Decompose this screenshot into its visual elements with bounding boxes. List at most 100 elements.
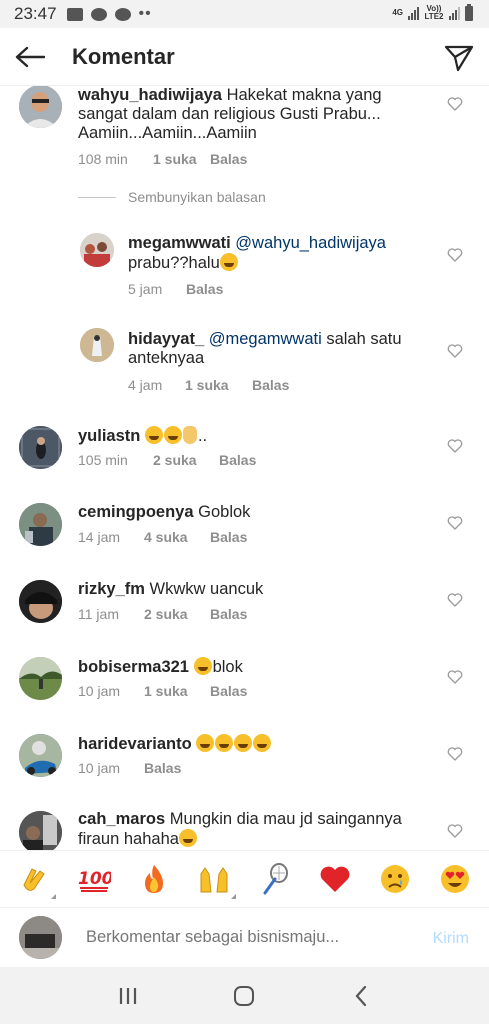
reply-body: prabu??halu xyxy=(128,254,220,272)
signal-icon xyxy=(408,6,419,20)
heart-icon[interactable] xyxy=(447,516,463,530)
home-button[interactable] xyxy=(224,976,264,1016)
crying-face-icon xyxy=(380,865,409,893)
system-nav-bar xyxy=(0,967,489,1024)
comment-meta: 108 min 1 suka Balas xyxy=(78,151,247,167)
hide-replies-button[interactable]: Sembunyikan balasan xyxy=(78,189,266,205)
avatar[interactable] xyxy=(19,580,62,623)
heart-icon[interactable] xyxy=(447,248,463,262)
comment-username[interactable]: wahyu_hadiwijaya xyxy=(78,86,222,104)
reply-button[interactable]: Balas xyxy=(210,529,247,545)
comment-likes[interactable]: 2 suka xyxy=(153,452,219,468)
clapping-hands-emoji-button[interactable] xyxy=(16,861,57,899)
signal-icon-2 xyxy=(449,6,460,20)
heart-icon[interactable] xyxy=(447,344,463,358)
arrow-left-icon xyxy=(15,46,45,67)
laughing-face-emoji xyxy=(193,657,212,675)
red-heart-icon xyxy=(320,866,350,892)
heart-icon[interactable] xyxy=(447,670,463,684)
comment-likes[interactable]: 4 suka xyxy=(144,529,210,545)
comment-body: blok xyxy=(212,658,243,676)
comment-composer: Kirim xyxy=(0,907,489,967)
comment-meta: 14 jam 4 suka Balas xyxy=(78,529,247,545)
avatar[interactable] xyxy=(19,86,62,128)
back-button[interactable] xyxy=(0,28,60,86)
red-heart-emoji-button[interactable] xyxy=(317,861,353,897)
smiling-face-emoji xyxy=(163,426,182,444)
reply-likes[interactable]: 1 suka xyxy=(185,377,252,393)
comment-time: 11 jam xyxy=(78,606,119,622)
system-back-button[interactable] xyxy=(341,976,381,1016)
rofl-emoji xyxy=(253,734,272,752)
comment-input[interactable] xyxy=(86,928,406,947)
comment-text: wahyu_hadiwijaya Hakekat makna yang sang… xyxy=(78,86,408,143)
my-avatar xyxy=(19,916,62,959)
comment-username[interactable]: cemingpoenya xyxy=(78,503,194,521)
avatar[interactable] xyxy=(19,657,62,700)
reply-username[interactable]: megamwwati xyxy=(128,234,231,252)
chevron-left-icon xyxy=(355,985,366,1006)
heart-icon[interactable] xyxy=(447,593,463,607)
recent-apps-button[interactable] xyxy=(108,976,148,1016)
heart-icon[interactable] xyxy=(447,439,463,453)
fire-emoji-button[interactable] xyxy=(136,861,172,897)
hundred-points-emoji-button[interactable]: 100 xyxy=(76,861,112,897)
network-lte-label: Vo)) LTE2 xyxy=(424,4,444,21)
reply-meta: 4 jam 1 suka Balas xyxy=(128,377,289,393)
heart-icon[interactable] xyxy=(447,824,463,838)
svg-text:100: 100 xyxy=(78,869,111,889)
reply-time: 5 jam xyxy=(128,281,163,297)
crying-face-emoji-button[interactable] xyxy=(377,861,413,897)
network-4g-label: 4G xyxy=(392,8,403,17)
share-button[interactable] xyxy=(439,38,479,78)
avatar[interactable] xyxy=(19,811,62,850)
comment-likes[interactable]: 2 suka xyxy=(144,606,210,622)
comment-text: cemingpoenya Goblok xyxy=(78,503,408,522)
avatar[interactable] xyxy=(19,503,62,546)
comment-username[interactable]: rizky_fm xyxy=(78,580,145,598)
comment-text: cah_maros Mungkin dia mau jd saingannya … xyxy=(78,810,418,849)
comment-likes[interactable]: 1 suka xyxy=(153,151,210,167)
reply-mention[interactable]: @wahyu_hadiwijaya xyxy=(235,234,386,252)
badminton-icon xyxy=(263,863,288,895)
reply-username[interactable]: hidayyat_ xyxy=(128,330,204,348)
reply-button[interactable]: Balas xyxy=(144,760,181,776)
comments-list[interactable]: wahyu_hadiwijaya Hakekat makna yang sang… xyxy=(0,86,489,850)
fire-icon xyxy=(145,865,164,893)
avatar[interactable] xyxy=(19,734,62,777)
comment-username[interactable]: bobiserma321 xyxy=(78,658,189,676)
comment-text: haridevarianto xyxy=(78,734,408,754)
comment-text: rizky_fm Wkwkw uancuk xyxy=(78,580,408,599)
reply-button[interactable]: Balas xyxy=(219,452,256,468)
heart-eyes-emoji-button[interactable] xyxy=(437,861,473,897)
comment-time: 10 jam xyxy=(78,760,121,776)
post-comment-button[interactable]: Kirim xyxy=(433,930,469,948)
reply-text: megamwwati @wahyu_hadiwijaya prabu??halu xyxy=(128,234,418,273)
avatar[interactable] xyxy=(19,426,62,469)
avatar[interactable] xyxy=(80,233,114,267)
avatar[interactable] xyxy=(80,328,114,362)
comment-time: 14 jam xyxy=(78,529,121,545)
comment-username[interactable]: cah_maros xyxy=(78,810,165,828)
reply-button[interactable]: Balas xyxy=(252,377,289,393)
comment-username[interactable]: haridevarianto xyxy=(78,735,192,753)
reply-mention[interactable]: @megamwwati xyxy=(209,330,322,348)
heart-icon[interactable] xyxy=(447,747,463,761)
comment-time: 10 jam xyxy=(78,683,121,699)
badminton-emoji-button[interactable] xyxy=(257,861,293,897)
reply-button[interactable]: Balas xyxy=(210,683,247,699)
reply-button[interactable]: Balas xyxy=(210,606,247,622)
raising-hands-emoji-button[interactable] xyxy=(196,861,237,899)
page-title: Komentar xyxy=(72,43,175,69)
rofl-emoji xyxy=(215,734,234,752)
heart-icon[interactable] xyxy=(447,97,463,111)
victory-hand-emoji xyxy=(182,426,197,444)
reply-button[interactable]: Balas xyxy=(210,151,247,167)
divider xyxy=(78,196,116,198)
comment-meta: 10 jam 1 suka Balas xyxy=(78,683,247,699)
comment-likes[interactable]: 1 suka xyxy=(144,683,210,699)
comment-username[interactable]: yuliastn xyxy=(78,427,140,445)
comment-text: bobiserma321 blok xyxy=(78,657,408,677)
reply-button[interactable]: Balas xyxy=(186,281,223,297)
reply-time: 4 jam xyxy=(128,377,163,393)
